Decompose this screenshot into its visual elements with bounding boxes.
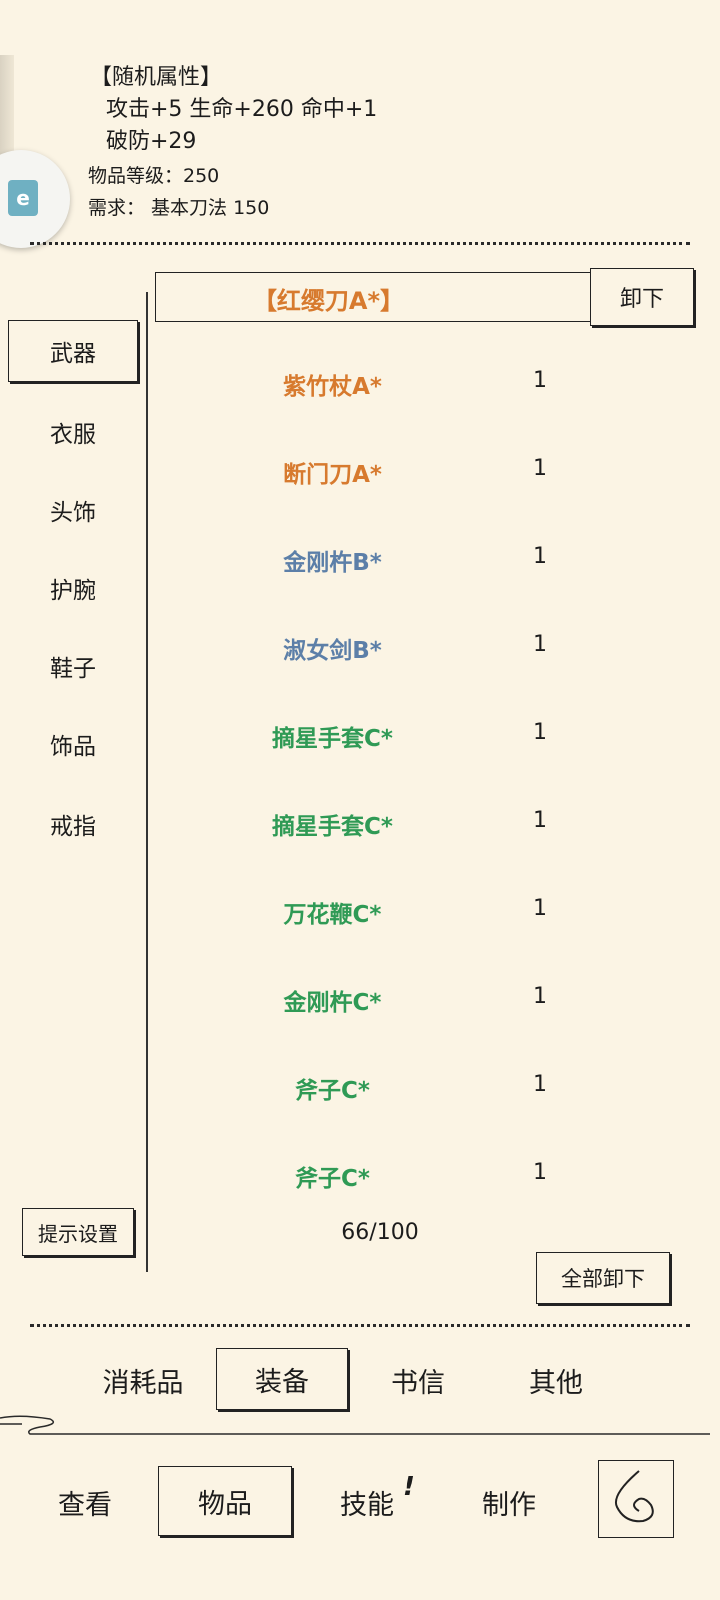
category-bracers[interactable]: 护腕 — [8, 558, 138, 618]
hint-settings-button[interactable]: 提示设置 — [22, 1208, 134, 1256]
back-button[interactable] — [598, 1460, 674, 1538]
item-count: 1 — [533, 896, 547, 921]
category-accessories[interactable]: 饰品 — [8, 714, 138, 774]
equipped-item-name[interactable]: 【红缨刀A*】 — [156, 273, 501, 323]
item-count: 1 — [533, 720, 547, 745]
equipped-item-box: 【红缨刀A*】 — [155, 272, 595, 322]
floating-overlay-badge: e — [8, 180, 38, 216]
top-divider — [30, 242, 690, 245]
nav-items[interactable]: 物品 — [158, 1466, 292, 1536]
item-name: 淑女剑B* — [283, 638, 382, 664]
nav-view[interactable]: 查看 — [40, 1470, 130, 1534]
middle-divider — [30, 1324, 690, 1327]
item-count: 1 — [533, 1160, 547, 1185]
category-weapon[interactable]: 武器 — [8, 320, 138, 382]
category-clothes[interactable]: 衣服 — [8, 402, 138, 462]
nav-skills-label: 技能 — [340, 1489, 394, 1521]
floating-overlay-icon[interactable]: e — [0, 150, 70, 248]
item-count: 1 — [533, 984, 547, 1009]
item-name: 万花鞭C* — [283, 902, 382, 928]
item-name: 断门刀A* — [283, 462, 382, 488]
item-detail-panel: 【随机属性】 攻击+5 生命+260 命中+1 破防+29 物品等级：250 需… — [88, 62, 648, 224]
back-icon — [615, 1470, 654, 1523]
left-edge-mark — [0, 55, 14, 155]
item-name: 金刚杵B* — [283, 550, 382, 576]
nav-craft[interactable]: 制作 — [464, 1470, 554, 1534]
category-shoes[interactable]: 鞋子 — [8, 636, 138, 696]
attr-line-2: 破防+29 — [106, 129, 197, 154]
nav-skills-badge: ! — [403, 1472, 415, 1502]
item-name: 摘星手套C* — [272, 814, 393, 840]
tab-letters[interactable]: 书信 — [368, 1350, 468, 1410]
unequip-button[interactable]: 卸下 — [590, 268, 694, 326]
random-attr-header: 【随机属性】 — [90, 65, 223, 90]
item-name: 斧子C* — [295, 1166, 370, 1192]
item-name: 紫竹杖A* — [283, 374, 382, 400]
category-headwear[interactable]: 头饰 — [8, 480, 138, 540]
tab-others[interactable]: 其他 — [506, 1350, 606, 1410]
category-divider — [146, 292, 148, 1272]
category-rings[interactable]: 戒指 — [8, 794, 138, 854]
tab-consumables[interactable]: 消耗品 — [88, 1350, 198, 1410]
item-count: 1 — [533, 368, 547, 393]
inventory-capacity: 66/100 — [341, 1220, 419, 1245]
item-requirement: 需求： 基本刀法 150 — [88, 197, 270, 219]
item-level: 物品等级：250 — [88, 165, 220, 187]
item-count: 1 — [533, 1072, 547, 1097]
item-name: 斧子C* — [295, 1078, 370, 1104]
nav-skills[interactable]: 技能 — [322, 1470, 412, 1534]
unequip-all-button[interactable]: 全部卸下 — [536, 1252, 670, 1304]
item-count: 1 — [533, 808, 547, 833]
attr-line-1: 攻击+5 生命+260 命中+1 — [106, 97, 378, 122]
item-count: 1 — [533, 456, 547, 481]
item-name: 金刚杵C* — [283, 990, 382, 1016]
item-name: 摘星手套C* — [272, 726, 393, 752]
item-count: 1 — [533, 632, 547, 657]
tab-equipment[interactable]: 装备 — [216, 1348, 348, 1410]
item-count: 1 — [533, 544, 547, 569]
brush-divider — [0, 1415, 710, 1435]
